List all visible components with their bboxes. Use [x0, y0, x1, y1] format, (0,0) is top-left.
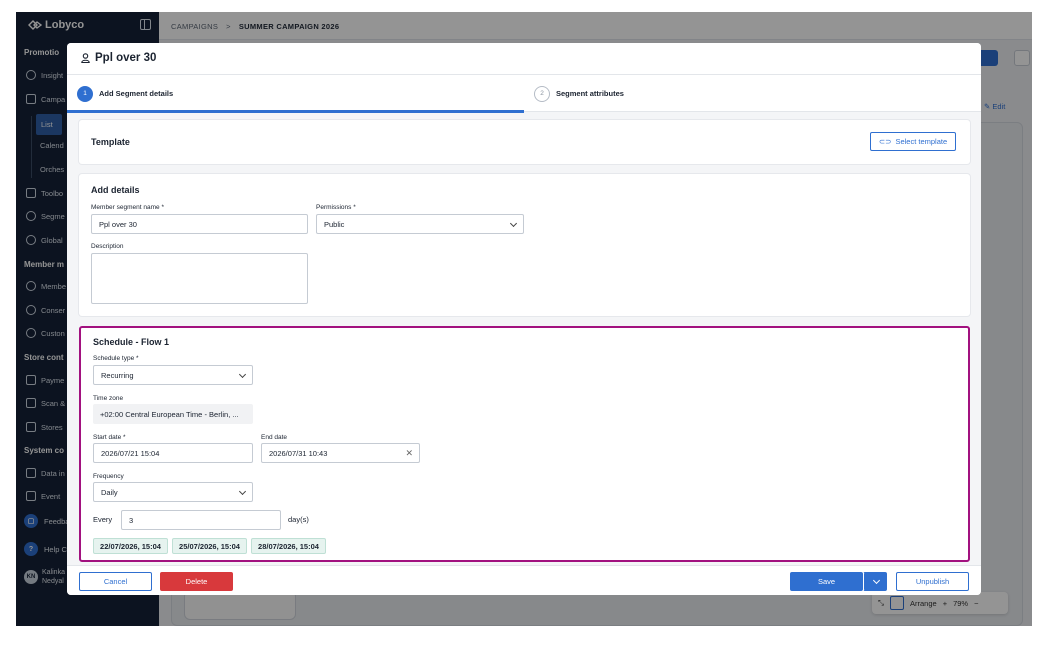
timezone-field: +02:00 Central European Time - Berlin, .…	[93, 404, 253, 424]
template-card: Template ⊂⊃ Select template	[79, 120, 970, 164]
description-label: Description	[91, 243, 124, 250]
start-date-input[interactable]: 2026/07/21 15:04	[93, 443, 253, 463]
schedule-type-label: Schedule type *	[93, 355, 139, 362]
modal-title: Ppl over 30	[95, 52, 157, 64]
segment-modal: Ppl over 30 1 Add Segment details 2 Segm…	[67, 43, 981, 595]
occurrence-chip: 25/07/2026, 15:04	[172, 538, 247, 554]
step-label: Segment attributes	[556, 89, 624, 98]
permissions-select[interactable]: Public	[316, 214, 524, 234]
chevron-down-icon	[238, 370, 247, 379]
details-card: Add details Member segment name * Ppl ov…	[79, 174, 970, 316]
chevron-down-icon	[238, 487, 247, 496]
step-segment-attributes[interactable]: 2 Segment attributes	[534, 75, 624, 112]
template-title: Template	[91, 137, 130, 147]
clear-icon[interactable]: ✕	[405, 448, 413, 459]
user-icon	[81, 53, 90, 63]
segment-name-label: Member segment name *	[91, 204, 164, 211]
modal-footer: Cancel Delete Save Unpublish	[67, 565, 981, 595]
app-window: Lobyco Promotio Insight Campa List Calen…	[16, 12, 1032, 626]
timezone-label: Time zone	[93, 395, 124, 402]
every-input[interactable]: 3	[121, 510, 281, 530]
description-textarea[interactable]	[91, 253, 308, 304]
save-options-button[interactable]	[863, 572, 887, 591]
every-label: Every	[93, 515, 113, 524]
occurrence-chip: 28/07/2026, 15:04	[251, 538, 326, 554]
every-unit: day(s)	[288, 515, 309, 524]
details-title: Add details	[91, 185, 140, 195]
delete-button[interactable]: Delete	[160, 572, 233, 591]
stepper: 1 Add Segment details 2 Segment attribut…	[67, 75, 981, 113]
step-number: 1	[77, 85, 93, 102]
chevron-down-icon	[872, 576, 881, 585]
unpublish-button[interactable]: Unpublish	[896, 572, 969, 591]
permissions-label: Permissions *	[316, 204, 356, 211]
step-number: 2	[534, 85, 550, 102]
occurrence-chip: 22/07/2026, 15:04	[93, 538, 168, 554]
schedule-type-select[interactable]: Recurring	[93, 365, 253, 385]
schedule-title: Schedule - Flow 1	[93, 337, 170, 347]
frequency-label: Frequency	[93, 473, 124, 480]
segment-name-input[interactable]: Ppl over 30	[91, 214, 308, 234]
schedule-card: Schedule - Flow 1 Schedule type * Recurr…	[79, 326, 970, 562]
step-add-details[interactable]: 1 Add Segment details	[77, 75, 173, 112]
step-label: Add Segment details	[99, 89, 174, 98]
end-date-input[interactable]: 2026/07/31 10:43 ✕	[261, 443, 420, 463]
modal-header: Ppl over 30	[67, 43, 981, 75]
select-template-button[interactable]: ⊂⊃ Select template	[870, 132, 956, 151]
cancel-button[interactable]: Cancel	[79, 572, 152, 591]
frequency-select[interactable]: Daily	[93, 482, 253, 502]
active-step-indicator	[67, 110, 524, 113]
save-button[interactable]: Save	[790, 572, 863, 591]
end-date-label: End date	[261, 434, 288, 441]
start-date-label: Start date *	[93, 434, 126, 441]
link-icon: ⊂⊃	[878, 137, 892, 146]
chevron-down-icon	[509, 219, 518, 228]
